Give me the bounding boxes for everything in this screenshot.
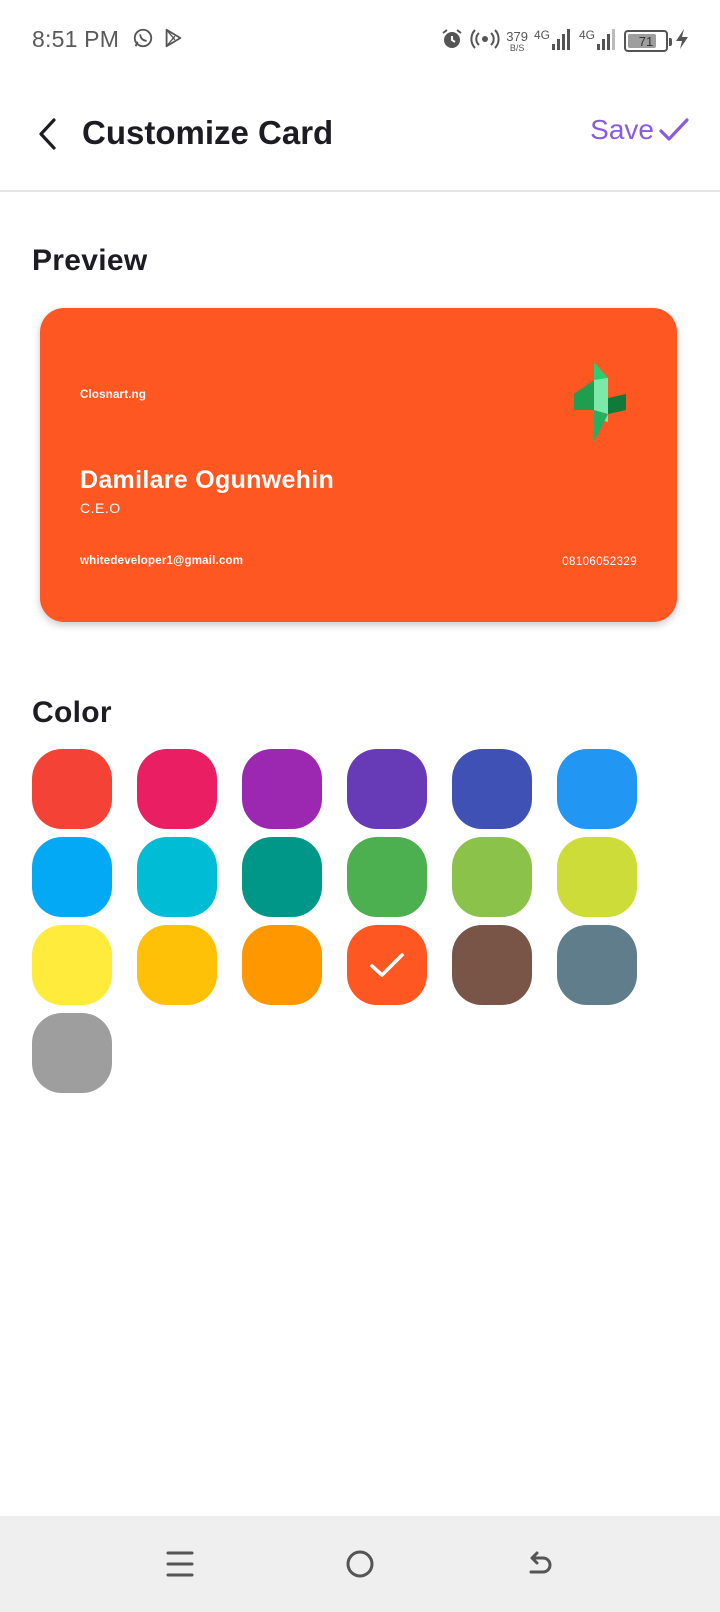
save-button[interactable]: Save [590,114,690,146]
color-swatch[interactable] [32,837,112,917]
signal-icon [596,27,618,56]
business-card-preview: Closnart.ng Damilare Ogunwehin C.E.O whi… [40,308,677,622]
color-swatch[interactable] [452,925,532,1005]
play-store-icon [162,27,184,54]
company-logo-icon [574,362,626,442]
nav-home-button[interactable] [336,1540,384,1588]
save-label: Save [590,114,654,145]
system-nav-bar [0,1516,720,1612]
card-company: Closnart.ng [80,389,147,401]
network-1-label: 4G [533,27,550,42]
chevron-left-icon [39,118,56,150]
nav-back-button[interactable] [516,1540,564,1588]
status-bar: 8:51 PM 379 B/S 4G 4G 71 [0,0,720,80]
check-icon [659,118,689,141]
color-swatch[interactable] [32,749,112,829]
network-2-label: 4G [578,27,595,42]
alarm-icon [440,27,464,56]
color-swatch[interactable] [452,749,532,829]
check-icon [370,953,404,977]
color-title: Color [32,696,112,729]
back-button[interactable] [28,112,68,156]
card-name: Damilare Ogunwehin [80,466,335,494]
color-swatch[interactable] [242,925,322,1005]
hotspot-icon [470,27,500,56]
battery-icon: 71 [624,30,672,52]
color-swatch[interactable] [242,837,322,917]
net-speed: 379 B/S [506,30,528,53]
whatsapp-icon [132,27,154,54]
color-swatch[interactable] [32,925,112,1005]
color-swatch[interactable] [452,837,532,917]
net-speed-value: 379 [506,28,528,44]
network-2: 4G [579,27,618,56]
page-title: Customize Card [82,114,334,151]
color-swatch[interactable] [242,749,322,829]
nav-menu-button[interactable] [156,1540,204,1588]
card-role: C.E.O [80,500,121,516]
color-swatch-selected[interactable] [347,925,427,1005]
color-swatch-grid [32,749,672,1093]
signal-icon [551,27,573,56]
app-bar: Customize Card Save [0,92,720,192]
card-email: whitedeveloper1@gmail.com [80,555,244,567]
color-swatch[interactable] [137,837,217,917]
net-speed-unit: B/S [509,42,525,53]
network-1: 4G [534,27,573,56]
card-phone: 08106052329 [562,556,637,568]
charging-icon [674,28,690,55]
preview-title: Preview [32,244,148,277]
battery-level: 71 [638,33,654,49]
back-icon [529,1551,552,1574]
color-swatch[interactable] [347,749,427,829]
home-icon [346,1550,374,1578]
color-swatch[interactable] [557,925,637,1005]
color-swatch[interactable] [137,925,217,1005]
color-swatch[interactable] [137,749,217,829]
status-left-icons [132,27,184,54]
status-right-icons: 379 B/S 4G 4G 71 [440,24,690,58]
status-time: 8:51 PM [32,26,120,52]
menu-icon [166,1551,194,1577]
color-swatch[interactable] [557,749,637,829]
color-swatch[interactable] [32,1013,112,1093]
color-swatch[interactable] [557,837,637,917]
color-swatch[interactable] [347,837,427,917]
